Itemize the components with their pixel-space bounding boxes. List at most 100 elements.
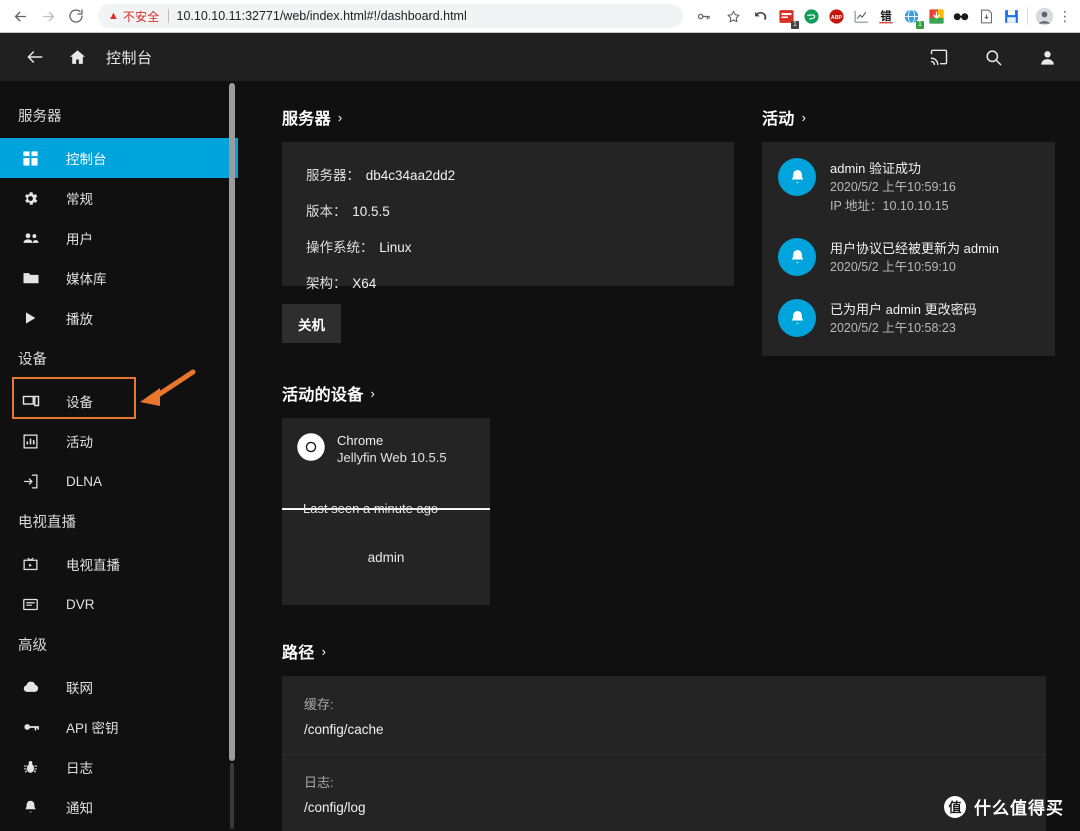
sidebar-item-logs[interactable]: 日志	[0, 747, 238, 787]
activity-item[interactable]: 用户协议已经被更新为 admin 2020/5/2 上午10:59:10	[762, 238, 1055, 277]
activity-item[interactable]: 已为用户 admin 更改密码 2020/5/2 上午10:58:23	[762, 299, 1055, 338]
sidebar-item-dlna[interactable]: DLNA	[0, 461, 238, 501]
sidebar-item-live-tv[interactable]: 电视直播	[0, 544, 238, 584]
activity-text: 已为用户 admin 更改密码 2020/5/2 上午10:58:23	[830, 299, 977, 338]
chart-extension-icon[interactable]	[849, 4, 873, 28]
page-title: 控制台	[106, 49, 153, 67]
key-icon	[22, 718, 48, 736]
sidebar-item-playback[interactable]: 播放	[0, 298, 238, 338]
device-icon	[22, 392, 48, 410]
sidebar-item-label: 常规	[66, 192, 93, 207]
sidebar-item-label: 媒体库	[66, 272, 107, 287]
globe-badge-extension-icon[interactable]: 1	[899, 4, 924, 29]
chevron-right-icon: ›	[801, 109, 807, 125]
chevron-right-icon: ›	[321, 643, 327, 659]
search-icon[interactable]	[976, 40, 1010, 74]
undo-extension-icon[interactable]	[749, 4, 773, 28]
address-bar[interactable]: ▲ 不安全 10.10.10.11:32771/web/index.html#!…	[98, 4, 683, 28]
browser-back-button[interactable]	[6, 2, 34, 30]
browser-reload-button[interactable]	[62, 2, 90, 30]
device-card-top: Chrome Jellyfin Web 10.5.5 Last seen a m…	[282, 418, 490, 516]
chrome-icon	[296, 432, 326, 467]
sidebar-scrollbar[interactable]	[229, 81, 235, 831]
activity-item[interactable]: admin 验证成功 2020/5/2 上午10:59:16 IP 地址：10.…	[762, 158, 1055, 216]
server-info-key: 版本：	[306, 204, 347, 219]
server-info-key: 服务器：	[306, 168, 360, 183]
shutdown-button[interactable]: 关机	[282, 304, 341, 343]
server-info-value: db4c34aa2dd2	[365, 168, 456, 183]
server-info-row: 服务器： db4c34aa2dd2	[306, 164, 710, 184]
sidebar-item-users[interactable]: 用户	[0, 218, 238, 258]
sidebar-item-general[interactable]: 常规	[0, 178, 238, 218]
server-info-row: 架构： X64	[306, 272, 710, 292]
chevron-right-icon: ›	[370, 385, 376, 401]
url-text: 10.10.10.11:32771/web/index.html#!/dashb…	[176, 9, 467, 23]
gear-icon	[22, 190, 48, 207]
server-info-row: 版本： 10.5.5	[306, 200, 710, 220]
device-card[interactable]: Chrome Jellyfin Web 10.5.5 Last seen a m…	[282, 418, 490, 605]
activity-section: 活动 › admin 验证成功 2020/5/2 上午10:59:16 IP 地…	[762, 105, 1062, 831]
key-icon[interactable]	[689, 2, 717, 30]
devices-section-title[interactable]: 活动的设备 ›	[282, 381, 734, 405]
svg-text:ABP: ABP	[830, 14, 842, 20]
sidebar-item-libraries[interactable]: 媒体库	[0, 258, 238, 298]
glasses-extension-icon[interactable]	[949, 4, 973, 28]
not-secure-label: 不安全	[122, 9, 160, 24]
watermark: 值 什么值得买	[944, 794, 1064, 819]
folder-icon	[22, 269, 48, 287]
device-user: admin	[367, 550, 405, 565]
server-info-key: 操作系统：	[306, 240, 374, 255]
sidebar-item-networking[interactable]: 联网	[0, 667, 238, 707]
paths-section-title[interactable]: 路径 ›	[282, 639, 734, 663]
device-card-bottom: admin	[282, 510, 490, 605]
activity-title: 用户协议已经被更新为 admin	[830, 241, 1000, 256]
sidebar-item-label: 播放	[66, 312, 93, 327]
toolbar-divider	[1027, 7, 1028, 25]
sidebar-item-notifications[interactable]: 通知	[0, 787, 238, 827]
cast-icon[interactable]	[922, 40, 956, 74]
profile-avatar-icon[interactable]	[1032, 4, 1056, 28]
server-info-value: Linux	[379, 240, 412, 255]
home-icon[interactable]	[60, 40, 94, 74]
server-info-key: 架构：	[306, 276, 347, 291]
device-header: Chrome Jellyfin Web 10.5.5	[296, 432, 476, 467]
devices-section-label: 活动的设备	[282, 387, 364, 404]
server-info-value: X64	[352, 276, 377, 291]
sidebar-item-devices[interactable]: 设备	[0, 381, 238, 421]
bug-icon	[22, 759, 48, 776]
browser-toolbar: ▲ 不安全 10.10.10.11:32771/web/index.html#!…	[0, 0, 1080, 33]
sidebar-item-dvr[interactable]: DVR	[0, 584, 238, 624]
app-body: 服务器 控制台 常规 用户 媒体库 播放 设备 设备 活动 DLNA 电视直播 …	[0, 81, 1080, 831]
green-globe-extension-icon[interactable]	[799, 4, 823, 28]
sidebar-section-header: 设备	[18, 352, 47, 368]
red-extension-icon[interactable]: 1	[774, 4, 799, 29]
adblock-plus-icon[interactable]: ABP	[824, 4, 848, 28]
sidebar-item-api-keys[interactable]: API 密钥	[0, 707, 238, 747]
floppy-extension-icon[interactable]	[999, 4, 1023, 28]
server-section-title[interactable]: 服务器 ›	[282, 105, 734, 129]
sidebar-item-label: 日志	[66, 761, 93, 776]
user-icon[interactable]	[1030, 40, 1064, 74]
sidebar-item-label: 设备	[66, 395, 93, 410]
sidebar-item-dashboard[interactable]: 控制台	[0, 138, 238, 178]
server-info-row: 操作系统： Linux	[306, 236, 710, 256]
watermark-text: 什么值得买	[974, 799, 1064, 818]
arrow-back-icon[interactable]	[18, 40, 52, 74]
sidebar-item-label: 控制台	[66, 152, 107, 167]
activity-text: 用户协议已经被更新为 admin 2020/5/2 上午10:59:10	[830, 238, 999, 277]
browser-forward-button[interactable]	[34, 2, 62, 30]
sidebar-item-label: 活动	[66, 435, 93, 450]
download-extension-icon[interactable]	[924, 4, 948, 28]
scrollbar-track	[230, 763, 234, 829]
scrollbar-thumb[interactable]	[229, 83, 235, 761]
activity-section-title[interactable]: 活动 ›	[762, 105, 1062, 129]
star-icon[interactable]	[719, 2, 747, 30]
chrome-menu-icon[interactable]: ⋮	[1056, 9, 1074, 23]
dvr-icon	[22, 596, 48, 613]
save-page-extension-icon[interactable]	[974, 4, 998, 28]
cloud-icon	[22, 678, 48, 696]
cuo-extension-icon[interactable]: 错	[874, 4, 898, 28]
sidebar-item-activity[interactable]: 活动	[0, 421, 238, 461]
sidebar-item-plugins[interactable]: 插件	[0, 827, 238, 831]
bell-icon	[778, 158, 816, 196]
